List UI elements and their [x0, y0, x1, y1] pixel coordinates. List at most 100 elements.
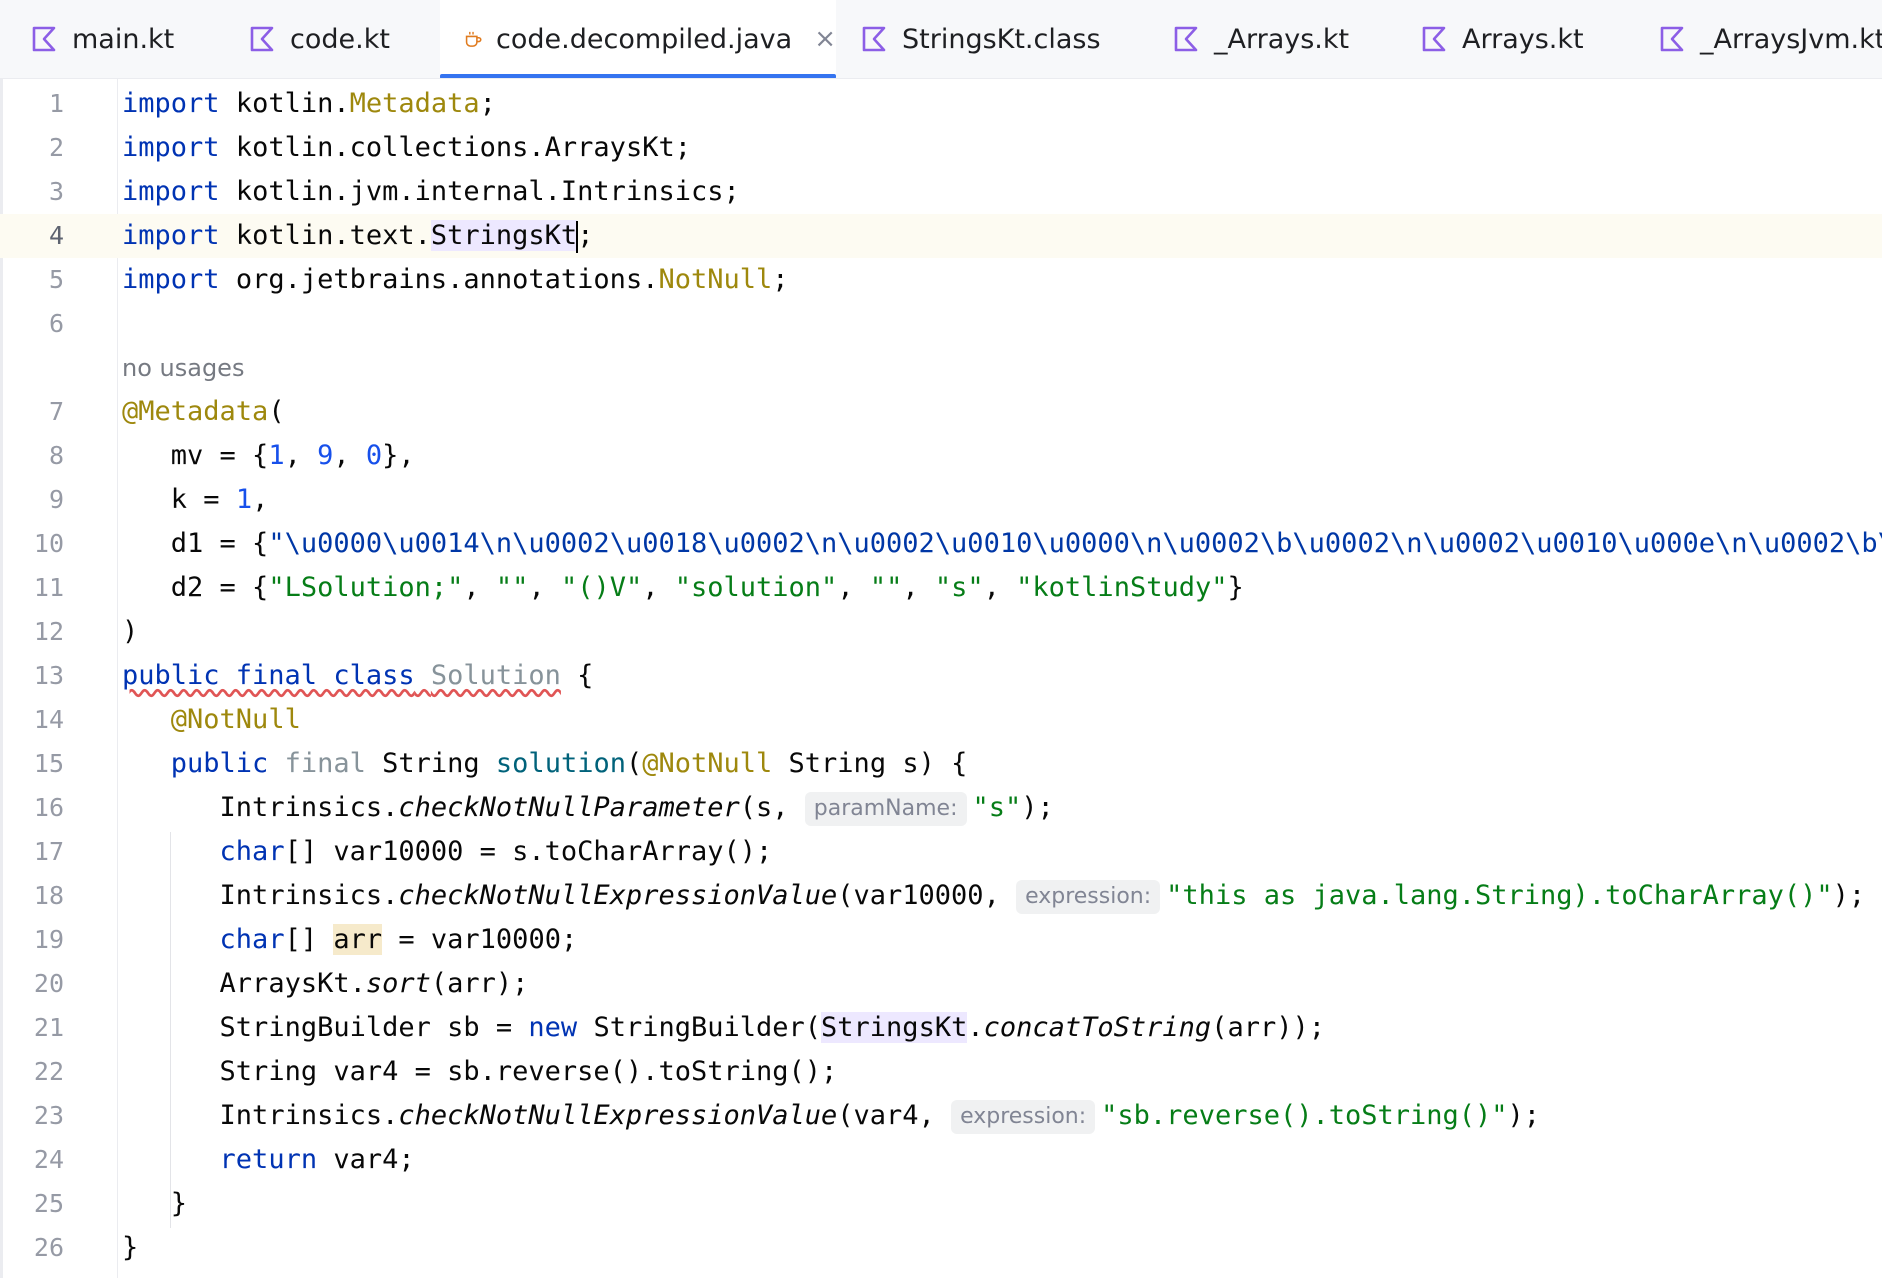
line-number: 17: [33, 837, 64, 866]
code-text: import kotlin.Metadata;: [122, 88, 496, 119]
line-number: 5: [48, 265, 64, 294]
code-line-23: 23 Intrinsics.checkNotNullExpressionValu…: [0, 1094, 1882, 1138]
code-line-11: 11 d2 = {"LSolution;", "", "()V", "solut…: [0, 566, 1882, 610]
line-number: 14: [33, 705, 64, 734]
code-text: char[] arr = var10000;: [219, 924, 578, 955]
code-line-25: 25 }: [0, 1182, 1882, 1226]
code-text: return var4;: [219, 1144, 415, 1175]
line-number: 16: [33, 793, 64, 822]
tab-main-kt[interactable]: main.kt: [0, 0, 218, 78]
tab-stringskt-class[interactable]: StringsKt.class: [836, 0, 1136, 78]
line-number: 11: [33, 573, 64, 602]
code-text: public final String solution(@NotNull St…: [170, 748, 968, 779]
tab-label: main.kt: [72, 23, 175, 55]
line-number: 18: [33, 881, 64, 910]
code-line-10: 10 d1 = {"\u0000\u0014\n\u0002\u0018\u00…: [0, 522, 1882, 566]
code-text: ): [122, 616, 139, 647]
code-line-17: 17 char[] var10000 = s.toCharArray();: [0, 830, 1882, 874]
code-line-7: 7 @Metadata(: [0, 390, 1882, 434]
line-number: 10: [33, 529, 64, 558]
code-line-18: 18 Intrinsics.checkNotNullExpressionValu…: [0, 874, 1882, 918]
code-text: Intrinsics.checkNotNullParameter(s, para…: [122, 786, 1054, 830]
tab-label: code.decompiled.java: [496, 23, 793, 55]
line-number: 19: [33, 925, 64, 954]
code-text: mv = {1, 9, 0},: [170, 440, 415, 471]
code-text: @NotNull: [170, 704, 301, 735]
code-text: Intrinsics.checkNotNullExpressionValue(v…: [122, 874, 1865, 918]
line-number: 8: [48, 441, 64, 470]
close-icon[interactable]: ×: [814, 24, 836, 54]
code-text: @Metadata(: [122, 396, 285, 427]
code-text: import kotlin.jvm.internal.Intrinsics;: [122, 176, 740, 207]
code-line-12: 12 ): [0, 610, 1882, 654]
code-text: import org.jetbrains.annotations.NotNull…: [122, 264, 789, 295]
line-number: 3: [48, 177, 64, 206]
code-line-5: 5 import org.jetbrains.annotations.NotNu…: [0, 258, 1882, 302]
usage-hint-row: no usages: [0, 346, 1882, 390]
code-text: k = 1,: [170, 484, 269, 515]
tab-label: Arrays.kt: [1462, 23, 1584, 55]
code-line-8: 8 mv = {1, 9, 0},: [0, 434, 1882, 478]
code-line-1: 1 import kotlin.Metadata;: [0, 82, 1882, 126]
line-number: 15: [33, 749, 64, 778]
kotlin-file-icon: [32, 26, 56, 52]
code-line-9: 9 k = 1,: [0, 478, 1882, 522]
code-text: d1 = {"\u0000\u0014\n\u0002\u0018\u0002\…: [170, 528, 1882, 559]
line-number: 20: [33, 969, 64, 998]
code-text: d2 = {"LSolution;", "", "()V", "solution…: [170, 572, 1244, 603]
highlighted-reference: StringsKt: [821, 1012, 968, 1043]
tab-label: StringsKt.class: [902, 23, 1101, 55]
code-text: ArraysKt.sort(arr);: [219, 968, 529, 999]
tab-code-decompiled-java[interactable]: code.decompiled.java ×: [440, 0, 836, 78]
kotlin-file-icon: [862, 26, 886, 52]
code-line-3: 3 import kotlin.jvm.internal.Intrinsics;: [0, 170, 1882, 214]
line-number: 23: [33, 1101, 64, 1130]
parameter-hint: expression:: [951, 1100, 1096, 1134]
code-line-16: 16 Intrinsics.checkNotNullParameter(s, p…: [0, 786, 1882, 830]
line-number: 4: [48, 221, 64, 250]
highlighted-variable: arr: [333, 924, 383, 955]
tab-label: _ArraysJvm.kt: [1700, 23, 1882, 55]
usages-inlay[interactable]: no usages: [122, 346, 244, 390]
line-number: 25: [33, 1189, 64, 1218]
line-number: 13: [33, 661, 64, 690]
tab-label: _Arrays.kt: [1214, 23, 1350, 55]
code-line-26: 26 }: [0, 1226, 1882, 1270]
line-number: 26: [33, 1233, 64, 1262]
line-number: 7: [48, 397, 64, 426]
line-number: 24: [33, 1145, 64, 1174]
error-squiggle: public final class Solution: [122, 660, 561, 691]
code-line-14: 14 @NotNull: [0, 698, 1882, 742]
code-line-19: 19 char[] arr = var10000;: [0, 918, 1882, 962]
code-line-4: 4 import kotlin.text.StringsKt;: [0, 214, 1882, 258]
code-text: }: [122, 1232, 139, 1263]
kotlin-file-icon: [1660, 26, 1684, 52]
line-number: 1: [48, 89, 64, 118]
code-line-20: 20 ArraysKt.sort(arr);: [0, 962, 1882, 1006]
code-editor[interactable]: 1 import kotlin.Metadata; 2 import kotli…: [0, 79, 1882, 1278]
code-line-21: 21 StringBuilder sb = new StringBuilder(…: [0, 1006, 1882, 1050]
code-text: StringBuilder sb = new StringBuilder(Str…: [219, 1012, 1325, 1043]
code-text: import kotlin.collections.ArraysKt;: [122, 132, 691, 163]
java-file-icon: [465, 31, 482, 47]
tab-arrays-kt[interactable]: Arrays.kt: [1416, 0, 1656, 78]
line-number: 9: [48, 485, 64, 514]
line-number: 12: [33, 617, 64, 646]
tab-code-kt[interactable]: code.kt: [218, 0, 440, 78]
code-text: char[] var10000 = s.toCharArray();: [219, 836, 773, 867]
kotlin-file-icon: [1174, 26, 1198, 52]
parameter-hint: paramName:: [804, 792, 967, 826]
code-line-15: 15 public final String solution(@NotNull…: [0, 742, 1882, 786]
tab-underscore-arrays-kt[interactable]: _Arrays.kt: [1136, 0, 1416, 78]
code-text: Intrinsics.checkNotNullExpressionValue(v…: [122, 1094, 1540, 1138]
code-text: public final class Solution {: [122, 660, 594, 691]
line-number: 22: [33, 1057, 64, 1086]
highlighted-reference: StringsKt: [430, 220, 578, 251]
editor-tab-bar: main.kt code.kt code.decompiled.java × S…: [0, 0, 1882, 79]
tab-arraysjvm-kt[interactable]: _ArraysJvm.kt: [1656, 0, 1882, 78]
line-number: 2: [48, 133, 64, 162]
code-text: String var4 = sb.reverse().toString();: [219, 1056, 838, 1087]
code-line-6: 6: [0, 302, 1882, 346]
tab-label: code.kt: [290, 23, 390, 55]
parameter-hint: expression:: [1016, 880, 1161, 914]
